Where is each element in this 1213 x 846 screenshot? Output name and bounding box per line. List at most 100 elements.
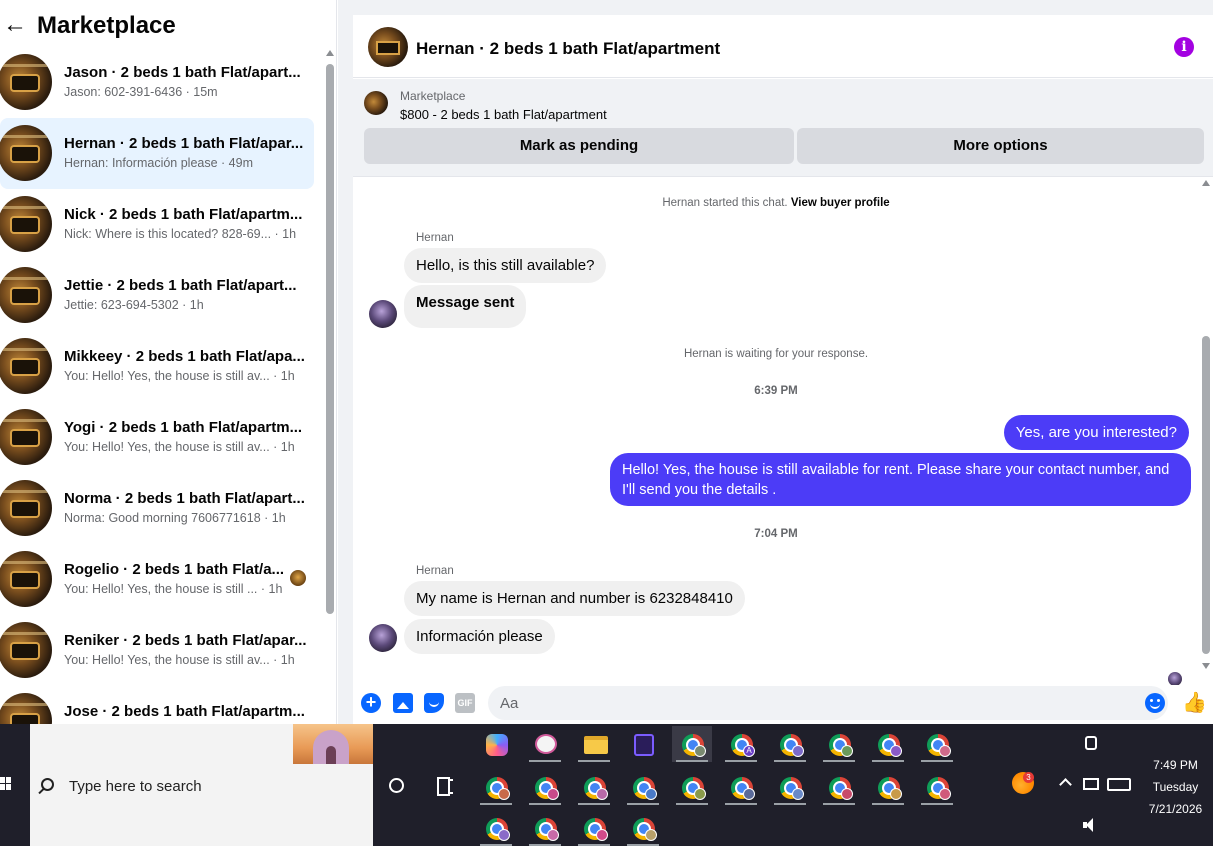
sender-name: Hernan (416, 232, 454, 244)
listing-avatar (0, 54, 52, 110)
chrome-window[interactable] (721, 769, 761, 805)
conversation-item[interactable]: Jason · 2 beds 1 bath Flat/apart... Jaso… (0, 47, 314, 118)
paint-app[interactable] (525, 726, 565, 762)
chrome-icon (535, 818, 559, 841)
conversation-title: Jettie · 2 beds 1 bath Flat/apart... (64, 277, 297, 294)
listing-label: Marketplace (400, 89, 466, 103)
info-icon[interactable]: i (1174, 37, 1194, 57)
timestamp: 7:04 PM (754, 528, 798, 540)
chrome-window[interactable] (917, 726, 957, 762)
chrome-window[interactable] (770, 726, 810, 762)
scroll-up-icon[interactable] (326, 50, 334, 56)
task-view-icon[interactable] (437, 777, 453, 796)
vpn-app[interactable] (623, 726, 663, 762)
copilot-app[interactable] (476, 726, 516, 762)
listing-avatar (0, 338, 52, 394)
conversation-list: Jason · 2 beds 1 bath Flat/apart... Jaso… (0, 47, 320, 724)
back-arrow-icon[interactable]: ← (3, 13, 27, 38)
listing-avatar (0, 267, 52, 323)
chrome-window[interactable] (672, 726, 712, 762)
conversation-item[interactable]: Norma · 2 beds 1 bath Flat/apart... Norm… (0, 473, 314, 544)
conversation-sidebar: ← Marketplace Jason · 2 beds 1 bath Flat… (0, 0, 337, 724)
chat-scrollbar[interactable] (1200, 178, 1212, 673)
chat-listing-avatar[interactable] (368, 27, 408, 67)
scroll-thumb[interactable] (1202, 336, 1210, 654)
chrome-window[interactable] (525, 810, 565, 846)
seen-indicator-avatar (1168, 672, 1182, 686)
chrome-window[interactable] (868, 769, 908, 805)
conversation-item[interactable]: Jose · 2 beds 1 bath Flat/apartm... (0, 686, 314, 724)
listing-banner: Marketplace $800 - 2 beds 1 bath Flat/ap… (353, 79, 1213, 177)
listing-price-title[interactable]: $800 - 2 beds 1 bath Flat/apartment (400, 107, 607, 122)
conversation-item[interactable]: Nick · 2 beds 1 bath Flat/apartm... Nick… (0, 189, 314, 260)
cortana-icon[interactable] (389, 778, 404, 793)
chrome-window[interactable]: A (721, 726, 761, 762)
conversation-item[interactable]: Jettie · 2 beds 1 bath Flat/apart... Jet… (0, 260, 314, 331)
chrome-window[interactable] (623, 769, 663, 805)
taskbar-clock[interactable]: 7:49 PM Tuesday 7/21/2026 (1138, 754, 1213, 820)
search-placeholder: Type here to search (69, 778, 202, 795)
sidebar-title: Marketplace (37, 12, 176, 39)
conversation-snippet: Nick: Where is this located? 828-69... ·… (64, 227, 297, 241)
search-highlight-image[interactable] (293, 724, 373, 764)
chat-started-text: Hernan started this chat. (662, 197, 788, 209)
photo-icon[interactable] (393, 693, 413, 713)
windows-start-icon[interactable] (0, 777, 12, 791)
scroll-down-icon[interactable] (1202, 663, 1210, 669)
scroll-up-icon[interactable] (1202, 180, 1210, 186)
incoming-message[interactable]: Message sent (404, 285, 527, 328)
chrome-window[interactable] (672, 769, 712, 805)
conversation-title: Norma · 2 beds 1 bath Flat/apart... (64, 490, 305, 507)
show-hidden-icons-chevron-icon[interactable] (1059, 778, 1072, 791)
view-buyer-profile-link[interactable]: View buyer profile (791, 197, 890, 209)
chrome-window[interactable] (476, 810, 516, 846)
plus-icon[interactable]: + (361, 693, 381, 713)
sidebar-scrollbar[interactable] (324, 48, 336, 724)
chrome-window[interactable] (770, 769, 810, 805)
listing-avatar (0, 196, 52, 252)
sender-avatar[interactable] (369, 300, 397, 328)
chat-title[interactable]: Hernan · 2 beds 1 bath Flat/apartment (416, 39, 720, 59)
search-icon (41, 778, 54, 791)
sticker-icon[interactable] (424, 693, 444, 713)
conversation-item[interactable]: Reniker · 2 beds 1 bath Flat/apar... You… (0, 615, 314, 686)
chrome-window[interactable] (574, 769, 614, 805)
chrome-window[interactable] (574, 810, 614, 846)
chrome-icon (878, 734, 902, 757)
conversation-item[interactable]: Mikkeey · 2 beds 1 bath Flat/apa... You:… (0, 331, 314, 402)
volume-icon[interactable] (1083, 818, 1099, 832)
incoming-message[interactable]: Hello, is this still available? (404, 248, 607, 283)
chrome-window[interactable] (819, 726, 859, 762)
emoji-icon[interactable] (1145, 693, 1165, 713)
chrome-window[interactable] (476, 769, 516, 805)
conversation-title: Nick · 2 beds 1 bath Flat/apartm... (64, 206, 303, 223)
listing-thumbnail[interactable] (364, 91, 388, 115)
folder-icon (584, 736, 608, 754)
sender-avatar[interactable] (369, 624, 397, 652)
outgoing-message[interactable]: Hello! Yes, the house is still available… (610, 453, 1191, 506)
conversation-item[interactable]: Yogi · 2 beds 1 bath Flat/apartm... You:… (0, 402, 314, 473)
scroll-thumb[interactable] (326, 64, 334, 614)
profile-letter-badge: A (743, 745, 755, 757)
message-input[interactable] (488, 686, 1168, 720)
network-icon[interactable] (1083, 778, 1099, 790)
gif-icon[interactable]: GIF (455, 693, 475, 713)
file-explorer-app[interactable] (574, 726, 614, 762)
mark-as-pending-button[interactable]: Mark as pending (364, 128, 794, 164)
conversation-item[interactable]: Rogelio · 2 beds 1 bath Flat/a... You: H… (0, 544, 314, 615)
incoming-message[interactable]: Información please (404, 619, 555, 654)
incoming-message[interactable]: My name is Hernan and number is 62328484… (404, 581, 745, 616)
taskbar-search-box[interactable]: Type here to search (30, 724, 373, 846)
thumbs-up-icon[interactable]: 👍 (1182, 692, 1207, 714)
chrome-window[interactable] (917, 769, 957, 805)
chrome-window[interactable] (819, 769, 859, 805)
chrome-window[interactable] (623, 810, 663, 846)
outgoing-message[interactable]: Yes, are you interested? (1003, 415, 1189, 450)
chrome-window[interactable] (868, 726, 908, 762)
meet-now-icon[interactable] (1085, 736, 1097, 750)
windows-taskbar: Type here to search A 3 7:49 PM Tuesday … (0, 724, 1213, 846)
more-options-button[interactable]: More options (797, 128, 1204, 164)
chrome-window[interactable] (525, 769, 565, 805)
touch-keyboard-icon[interactable] (1107, 778, 1131, 791)
conversation-item-active[interactable]: Hernan · 2 beds 1 bath Flat/apar... Hern… (0, 118, 314, 189)
